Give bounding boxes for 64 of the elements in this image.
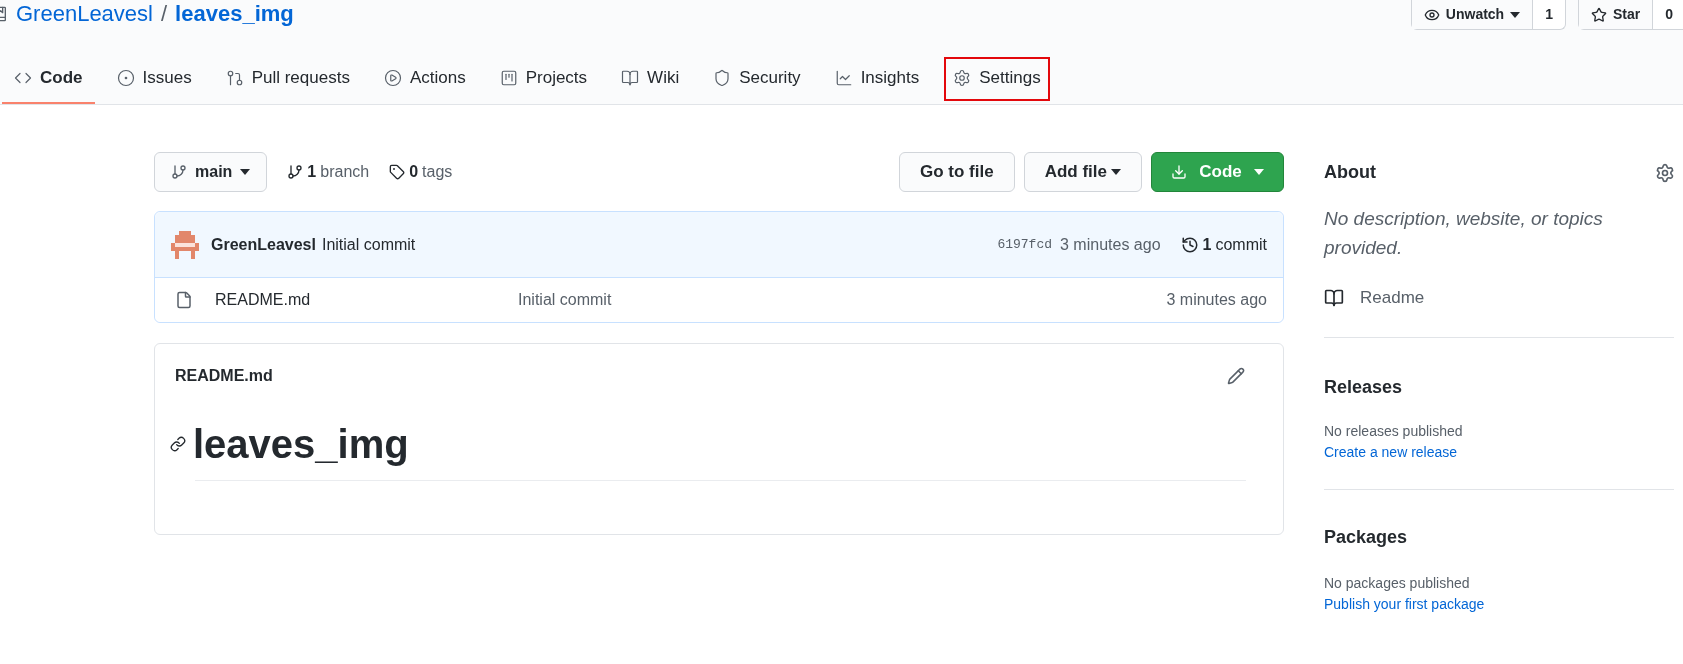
- wiki-icon: [621, 69, 640, 87]
- no-packages-text: No packages published: [1324, 573, 1471, 593]
- nav-tab[interactable]: Security: [701, 54, 813, 104]
- releases-heading: Releases: [1324, 375, 1404, 399]
- publish-package-link[interactable]: Publish your first package: [1324, 593, 1485, 615]
- caret-icon: [1510, 11, 1521, 18]
- branch-select-button[interactable]: main: [154, 152, 268, 192]
- file-name-link[interactable]: README.md: [215, 288, 518, 312]
- star-icon: [1590, 6, 1607, 23]
- nav-tab[interactable]: Insights: [822, 54, 932, 104]
- commit-author[interactable]: GreenLeavesl: [211, 232, 316, 257]
- file-time: 3 minutes ago: [1166, 290, 1267, 310]
- book-icon: [1324, 287, 1344, 308]
- nav-tab[interactable]: Pull requests: [213, 54, 362, 104]
- settings-icon[interactable]: [1655, 162, 1675, 183]
- branch-icon: [171, 164, 187, 180]
- file-commit-message[interactable]: Initial commit: [518, 288, 612, 312]
- readme-link[interactable]: Readme: [1324, 285, 1425, 311]
- branches-link[interactable]: 1 branch: [287, 160, 370, 184]
- stars-count[interactable]: 0: [1652, 0, 1683, 29]
- no-releases-text: No releases published: [1324, 421, 1464, 441]
- commits-link[interactable]: 1 commit: [1180, 232, 1267, 257]
- watchers-count[interactable]: 1: [1532, 0, 1565, 29]
- tag-icon: [389, 164, 406, 180]
- nav-tab[interactable]: Issues: [104, 54, 204, 104]
- create-release-link[interactable]: Create a new release: [1324, 441, 1458, 463]
- avatar-icon: [171, 230, 199, 259]
- download-icon: [1171, 164, 1188, 180]
- edit-icon[interactable]: [1227, 367, 1245, 385]
- go-to-file-button[interactable]: Go to file: [899, 152, 1015, 192]
- about-description: No description, website, or topics provided.: [1324, 207, 1604, 260]
- issues-icon: [116, 69, 135, 87]
- actions-icon: [383, 69, 402, 87]
- add-file-button[interactable]: Add file: [1023, 152, 1142, 192]
- caret-icon: [240, 169, 251, 175]
- nav-tab[interactable]: Wiki: [609, 54, 692, 104]
- history-icon: [1180, 235, 1199, 254]
- commit-time: 3 minutes ago: [1060, 234, 1161, 255]
- readme-filename: README.md: [175, 366, 273, 386]
- repo-name-link[interactable]: leaves_img: [175, 0, 294, 30]
- commit-hash[interactable]: 6197fcd: [997, 234, 1052, 255]
- tags-link[interactable]: 0 tags: [389, 160, 453, 184]
- about-heading: About: [1324, 161, 1376, 184]
- nav-tab[interactable]: Code: [2, 54, 95, 104]
- nav-tab[interactable]: Projects: [487, 54, 600, 104]
- unwatch-button[interactable]: Unwatch: [1411, 0, 1533, 29]
- path-separator: /: [161, 0, 168, 28]
- caret-icon: [1253, 169, 1264, 175]
- file-icon: [175, 291, 193, 309]
- readme-heading: leaves_img: [193, 421, 409, 468]
- star-button[interactable]: Star: [1578, 0, 1653, 29]
- commit-message[interactable]: Initial commit: [321, 232, 416, 257]
- settings-icon: [953, 69, 972, 87]
- repo-owner-link[interactable]: GreenLeavesl: [16, 0, 153, 30]
- caret-icon: [1111, 169, 1121, 175]
- security-icon: [713, 69, 732, 87]
- nav-tab[interactable]: Settings: [941, 54, 1053, 104]
- pulls-icon: [225, 69, 244, 87]
- packages-heading: Packages: [1324, 525, 1409, 549]
- projects-icon: [499, 69, 518, 87]
- anchor-link-icon[interactable]: [170, 436, 186, 452]
- insights-icon: [834, 69, 853, 87]
- nav-tab[interactable]: Actions: [371, 54, 478, 104]
- branch-icon: [287, 164, 304, 180]
